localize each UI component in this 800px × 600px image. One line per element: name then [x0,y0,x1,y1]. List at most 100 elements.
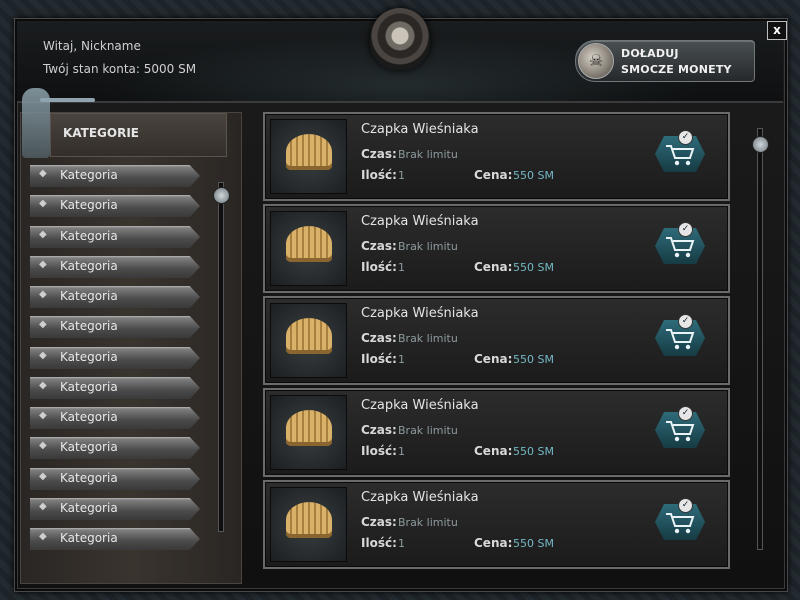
category-label: Kategoria [60,471,118,485]
category-arrow-icon: ◆ [39,259,47,270]
category-label: Kategoria [60,168,118,182]
shell-hat-icon [286,318,332,354]
shopping-cart-icon [666,513,695,534]
item-time-value: Brak limitu [398,424,458,437]
item-qty-label: Ilość: [361,444,397,458]
item-price-value: 550 SM [513,261,554,274]
category-arrow-icon: ◆ [39,501,47,512]
item-time-label: Czas: [361,331,397,345]
skull-crest-icon [370,8,430,70]
category-arrow-icon: ◆ [39,168,47,179]
category-item[interactable]: ◆ Kategoria [30,256,200,278]
category-arrow-icon: ◆ [39,410,47,421]
categories-title-panel: KATEGORIE [50,113,227,157]
item-qty-label: Ilość: [361,352,397,366]
topup-button[interactable]: ☠ DOŁADUJ SMOCZE MONETY [575,40,755,82]
shopping-cart-icon [666,421,695,442]
category-label: Kategoria [60,350,118,364]
category-item[interactable]: ◆ Kategoria [30,316,200,338]
category-item[interactable]: ◆ Kategoria [30,437,200,459]
item-qty-value: 1 [398,537,405,550]
statue-arm-decoration [40,98,95,102]
item-thumbnail [270,211,347,286]
category-label: Kategoria [60,380,118,394]
item-name: Czapka Wieśniaka [361,214,479,229]
item-qty-value: 1 [398,261,405,274]
shopping-cart-icon [666,237,695,258]
item-qty-value: 1 [398,445,405,458]
item-time-value: Brak limitu [398,332,458,345]
item-thumbnail [270,395,347,470]
category-arrow-icon: ◆ [39,440,47,451]
skull-coin-icon: ☠ [578,43,614,79]
check-icon: ✓ [678,498,693,513]
item-time-value: Brak limitu [398,240,458,253]
category-item[interactable]: ◆ Kategoria [30,468,200,490]
check-icon: ✓ [678,406,693,421]
categories-title: KATEGORIE [63,126,139,140]
category-item[interactable]: ◆ Kategoria [30,528,200,550]
item-name: Czapka Wieśniaka [361,122,479,137]
shell-hat-icon [286,134,332,170]
items-scrollbar[interactable] [757,128,763,550]
item-qty-label: Ilość: [361,536,397,550]
item-qty-label: Ilość: [361,168,397,182]
category-arrow-icon: ◆ [39,319,47,330]
check-icon: ✓ [678,222,693,237]
item-thumbnail [270,119,347,194]
category-item[interactable]: ◆ Kategoria [30,407,200,429]
category-label: Kategoria [60,531,118,545]
category-item[interactable]: ◆ Kategoria [30,226,200,248]
shop-item-row: Czapka Wieśniaka Czas: Brak limitu Ilość… [263,112,730,201]
items-scroll-handle[interactable] [752,136,769,153]
item-time-label: Czas: [361,239,397,253]
category-arrow-icon: ◆ [39,380,47,391]
topup-label-line2: SMOCZE MONETY [621,63,732,76]
item-name: Czapka Wieśniaka [361,306,479,321]
item-time-label: Czas: [361,515,397,529]
item-price-value: 550 SM [513,169,554,182]
category-scrollbar[interactable] [218,182,224,532]
close-icon: x [773,23,781,37]
item-price-label: Cena: [474,168,513,182]
shop-item-row: Czapka Wieśniaka Czas: Brak limitu Ilość… [263,204,730,293]
category-arrow-icon: ◆ [39,229,47,240]
category-arrow-icon: ◆ [39,350,47,361]
item-qty-value: 1 [398,169,405,182]
shell-hat-icon [286,410,332,446]
check-icon: ✓ [678,314,693,329]
item-price-label: Cena: [474,260,513,274]
shell-hat-icon [286,226,332,262]
category-label: Kategoria [60,501,118,515]
shell-hat-icon [286,502,332,538]
category-scroll-handle[interactable] [213,187,230,204]
shop-item-row: Czapka Wieśniaka Czas: Brak limitu Ilość… [263,388,730,477]
item-qty-value: 1 [398,353,405,366]
topup-label-line1: DOŁADUJ [621,47,679,60]
close-button[interactable]: x [767,21,787,40]
item-price-label: Cena: [474,444,513,458]
category-item[interactable]: ◆ Kategoria [30,347,200,369]
category-label: Kategoria [60,319,118,333]
item-time-label: Czas: [361,147,397,161]
category-item[interactable]: ◆ Kategoria [30,377,200,399]
item-qty-label: Ilość: [361,260,397,274]
category-label: Kategoria [60,229,118,243]
item-price-value: 550 SM [513,537,554,550]
category-item[interactable]: ◆ Kategoria [30,286,200,308]
shop-item-row: Czapka Wieśniaka Czas: Brak limitu Ilość… [263,480,730,569]
item-price-value: 550 SM [513,445,554,458]
item-price-label: Cena: [474,352,513,366]
welcome-text: Witaj, Nickname [43,39,141,53]
category-item[interactable]: ◆ Kategoria [30,498,200,520]
shopping-cart-icon [666,329,695,350]
category-label: Kategoria [60,410,118,424]
category-item[interactable]: ◆ Kategoria [30,165,200,187]
category-item[interactable]: ◆ Kategoria [30,195,200,217]
category-arrow-icon: ◆ [39,198,47,209]
category-label: Kategoria [60,198,118,212]
item-name: Czapka Wieśniaka [361,490,479,505]
category-arrow-icon: ◆ [39,531,47,542]
item-thumbnail [270,303,347,378]
item-time-value: Brak limitu [398,516,458,529]
